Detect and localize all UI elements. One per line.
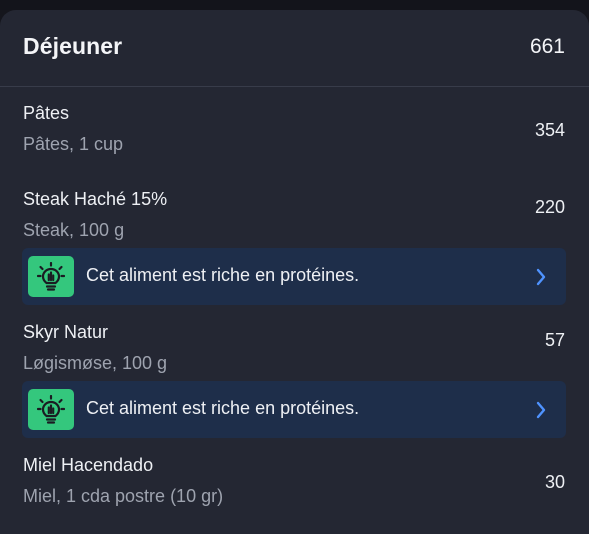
meal-header[interactable]: Déjeuner 661 [0, 10, 589, 87]
header-divider [0, 86, 589, 87]
chevron-right-icon [536, 401, 546, 419]
top-strip [0, 0, 589, 10]
food-detail: Miel, 1 cda postre (10 gr) [23, 486, 224, 506]
protein-tip-banner[interactable]: Cet aliment est riche en protéines. [22, 248, 566, 305]
food-detail: Pâtes, 1 cup [23, 134, 124, 154]
tip-text: Cet aliment est riche en protéines. [86, 398, 360, 418]
meal-total-calories: 661 [529, 35, 565, 58]
food-calories: 220 [534, 197, 565, 217]
food-calories: 57 [544, 330, 565, 350]
food-name: Skyr Natur [23, 322, 109, 342]
food-name: Miel Hacendado [23, 455, 154, 475]
food-detail: Steak, 100 g [23, 220, 125, 240]
meal-title: Déjeuner [23, 33, 123, 59]
food-detail: Løgismøse, 100 g [23, 353, 168, 373]
food-item-skyr[interactable]: Skyr Natur Løgismøse, 100 g 57 [0, 322, 589, 382]
food-item-miel[interactable]: Miel Hacendado Miel, 1 cda postre (10 gr… [0, 455, 589, 515]
food-item-steak[interactable]: Steak Haché 15% Steak, 100 g 220 [0, 189, 589, 249]
chevron-right-icon [536, 268, 546, 286]
food-calories: 30 [544, 472, 565, 492]
lightbulb-icon [28, 389, 74, 430]
food-item-pates[interactable]: Pâtes Pâtes, 1 cup 354 [0, 103, 589, 163]
lightbulb-icon [28, 256, 74, 297]
food-name: Pâtes [23, 103, 70, 123]
food-calories: 354 [534, 120, 565, 140]
protein-tip-banner[interactable]: Cet aliment est riche en protéines. [22, 381, 566, 438]
food-name: Steak Haché 15% [23, 189, 168, 209]
tip-text: Cet aliment est riche en protéines. [86, 265, 360, 285]
